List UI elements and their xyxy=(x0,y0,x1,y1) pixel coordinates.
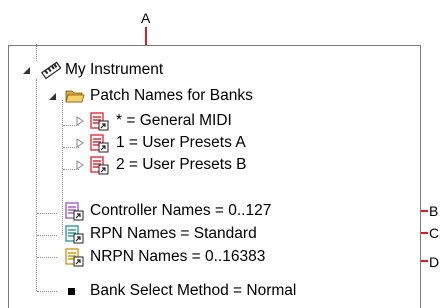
tree-item-label: 1 = User Presets A xyxy=(116,134,246,151)
patch-names-icon xyxy=(90,134,109,153)
tree-item-nrpn-names[interactable]: NRPN Names = 0..16383 xyxy=(9,246,339,268)
tree-item-label: RPN Names = Standard xyxy=(90,225,257,242)
tree-item-patch-bank[interactable]: * = General MIDI xyxy=(9,110,329,132)
expand-arrow-icon[interactable] xyxy=(75,116,85,126)
bullet-icon xyxy=(68,288,75,295)
tree-item-my-instrument[interactable]: My Instrument xyxy=(9,59,309,81)
collapse-arrow-icon[interactable] xyxy=(47,91,57,101)
tree-item-patch-names-for-banks[interactable]: Patch Names for Banks xyxy=(9,85,329,107)
tree-item-label: My Instrument xyxy=(65,61,164,78)
patch-names-icon xyxy=(90,112,109,131)
patch-names-icon xyxy=(90,156,109,175)
tree-item-controller-names[interactable]: Controller Names = 0..127 xyxy=(9,200,349,222)
tree-item-label: NRPN Names = 0..16383 xyxy=(90,248,266,265)
callout-c-letter: C xyxy=(429,225,440,241)
instrument-tree: My Instrument Patch Names for Banks * = … xyxy=(9,44,420,308)
tree-item-label: 2 = User Presets B xyxy=(116,156,247,173)
tree-item-rpn-names[interactable]: RPN Names = Standard xyxy=(9,223,329,245)
tree-item-patch-bank[interactable]: 2 = User Presets B xyxy=(9,154,329,176)
open-folder-icon xyxy=(65,90,85,103)
tree-item-bank-select-method[interactable]: Bank Select Method = Normal xyxy=(9,280,369,302)
tree-item-label: Bank Select Method = Normal xyxy=(90,282,297,299)
callout-b-letter: B xyxy=(429,203,439,219)
tree-item-label: Patch Names for Banks xyxy=(90,87,253,104)
instrument-keyboard-icon xyxy=(41,61,61,80)
callout-d-letter: D xyxy=(429,254,440,270)
nrpn-names-icon xyxy=(65,248,84,267)
expand-arrow-icon[interactable] xyxy=(75,138,85,148)
controller-names-icon xyxy=(65,202,84,221)
callout-a-letter: A xyxy=(141,10,151,26)
expand-arrow-icon[interactable] xyxy=(75,160,85,170)
collapse-arrow-icon[interactable] xyxy=(21,65,31,75)
instrument-tree-panel: My Instrument Patch Names for Banks * = … xyxy=(8,44,421,308)
tree-item-label: * = General MIDI xyxy=(116,112,232,129)
tree-item-patch-bank[interactable]: 1 = User Presets A xyxy=(9,132,329,154)
tree-item-label: Controller Names = 0..127 xyxy=(90,202,272,219)
rpn-names-icon xyxy=(65,225,84,244)
